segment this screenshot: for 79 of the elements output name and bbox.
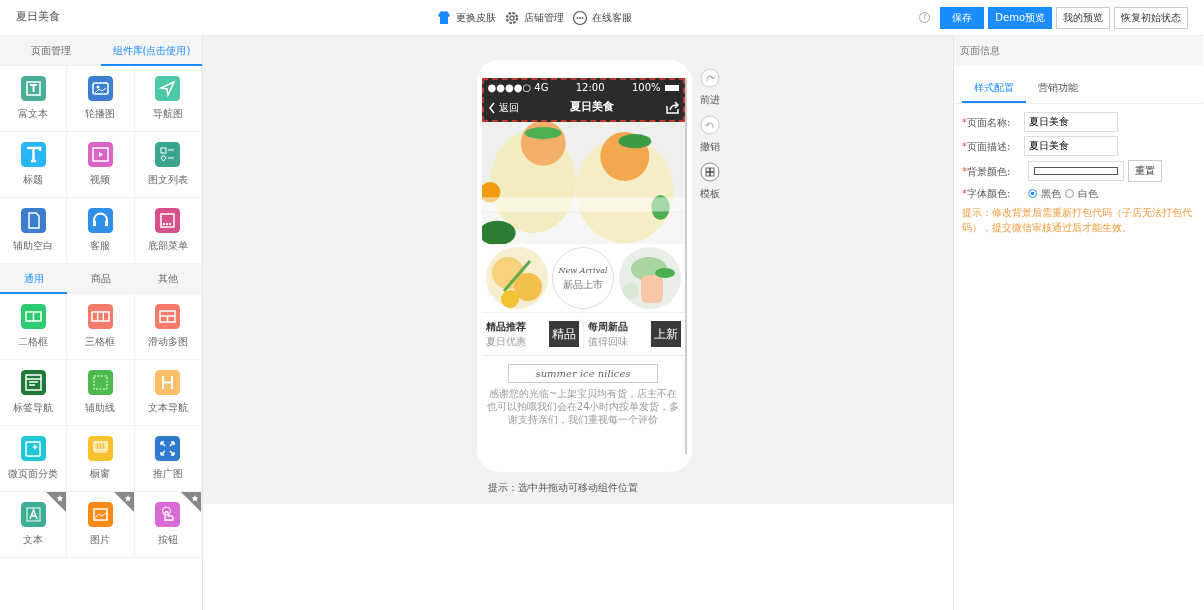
share-icon — [665, 101, 679, 114]
app-title: 夏日美食 — [16, 9, 61, 26]
script-banner: summer ice nilices — [508, 364, 658, 383]
radio-label: 黑色 — [1041, 187, 1061, 201]
panel-title: 页面信息 — [954, 36, 1203, 66]
tool-link[interactable]: 更换皮肤 — [436, 9, 496, 26]
required-mark: * — [962, 187, 967, 201]
promo-title: 每周新品 — [587, 320, 628, 334]
script-text: New Arrival — [558, 264, 608, 277]
page-title: 夏日美食 — [570, 99, 614, 116]
radio-label: 白色 — [1078, 187, 1098, 201]
required-mark: * — [962, 115, 967, 130]
time-text: 12:00 — [575, 81, 605, 95]
side-action[interactable]: 前进 — [699, 68, 720, 107]
panel-tab[interactable]: 营销功能 — [1026, 74, 1090, 103]
back-link[interactable]: 返回 — [487, 100, 519, 115]
required-mark: * — [962, 164, 967, 179]
field-label: 页面描述: — [967, 139, 1011, 154]
signal-text: ●●●●○ 4G — [487, 81, 549, 95]
component-item[interactable]: 图片 — [67, 492, 135, 558]
input-field[interactable]: 夏日美食 — [1024, 136, 1118, 156]
component-item[interactable]: 图文列表 — [134, 132, 202, 198]
panel-tab[interactable]: 其他 — [134, 264, 202, 294]
panel-tab[interactable]: 组件库(点击使用) — [101, 36, 202, 66]
badge-text: 新品上市 — [563, 277, 603, 292]
field-label: 背景颜色: — [967, 164, 1011, 179]
component-item[interactable]: 辅助线 — [67, 360, 135, 426]
chevron-left-icon — [487, 101, 495, 114]
promo-tag: 上新 — [650, 321, 681, 347]
chat-icon — [572, 9, 588, 26]
tool-link[interactable]: 在线客服 — [572, 9, 632, 26]
reset-button[interactable]: 重置 — [1128, 160, 1162, 182]
component-item[interactable]: 推广图 — [134, 426, 202, 492]
side-action[interactable]: 模板 — [699, 162, 720, 201]
tip-text: 提示：修改背景后需重新打包代码（子店无法打包代码），提交微信审核通过后才能生效。 — [962, 206, 1193, 235]
component-item[interactable]: 按钮 — [134, 492, 202, 558]
component-item[interactable]: 富文本 — [0, 66, 68, 132]
component-item[interactable]: 三格框 — [67, 294, 135, 360]
header-button[interactable]: Demo预览 — [988, 6, 1052, 29]
phone-header-bar[interactable]: ●●●●○ 4G 12:00 100% 返回 夏日美食 — [481, 78, 685, 122]
component-item[interactable]: 辅助空白 — [0, 198, 68, 264]
component-item[interactable]: 二格框 — [0, 294, 68, 360]
component-item[interactable]: 标签导航 — [0, 360, 68, 426]
input-field[interactable]: 夏日美食 — [1024, 112, 1118, 132]
required-mark: * — [962, 139, 967, 154]
component-item[interactable]: 文本 — [0, 492, 68, 558]
tool-link[interactable]: 店铺管理 — [504, 9, 564, 26]
settings-icon — [504, 9, 520, 26]
promo-tag: 精品 — [548, 321, 579, 347]
component-item[interactable]: 标题 — [0, 132, 68, 198]
component-item[interactable]: 客服 — [67, 198, 135, 264]
template-icon — [699, 162, 720, 182]
promo-subtitle: 夏日优惠 — [485, 335, 526, 349]
promo-subtitle: 值得回味 — [587, 335, 628, 349]
panel-tab[interactable]: 通用 — [0, 264, 68, 294]
component-item[interactable]: 微页面分类 — [0, 426, 68, 492]
header-button[interactable]: 恢复初始状态 — [1114, 6, 1188, 29]
component-item[interactable]: 橱窗 — [67, 426, 135, 492]
component-item[interactable]: 导航图 — [134, 66, 202, 132]
component-item[interactable]: 文本导航 — [134, 360, 202, 426]
component-item[interactable]: 底部菜单 — [134, 198, 202, 264]
panel-tab[interactable]: 商品 — [67, 264, 135, 294]
battery-icon — [664, 84, 679, 91]
hint-text: 提示：选中并拖动可移动组件位置 — [488, 481, 638, 495]
shirt-icon — [436, 9, 452, 26]
field-label: 字体颜色: — [967, 187, 1011, 201]
panel-tab[interactable]: 样式配置 — [962, 74, 1026, 103]
header-button[interactable]: 保存 — [940, 6, 985, 29]
radio-button[interactable] — [1028, 189, 1037, 198]
component-item[interactable]: 滑动多图 — [134, 294, 202, 360]
component-item[interactable]: 轮播图 — [67, 66, 135, 132]
battery-text: 100% — [631, 81, 661, 95]
promo-title: 精品推荐 — [485, 320, 526, 334]
field-label: 页面名称: — [967, 115, 1011, 130]
panel-tab[interactable]: 页面管理 — [0, 36, 101, 66]
color-picker[interactable] — [1028, 161, 1124, 181]
component-item[interactable]: 视频 — [67, 132, 135, 198]
side-action[interactable]: 撤销 — [699, 115, 720, 154]
header-button[interactable]: 我的预览 — [1056, 6, 1110, 29]
